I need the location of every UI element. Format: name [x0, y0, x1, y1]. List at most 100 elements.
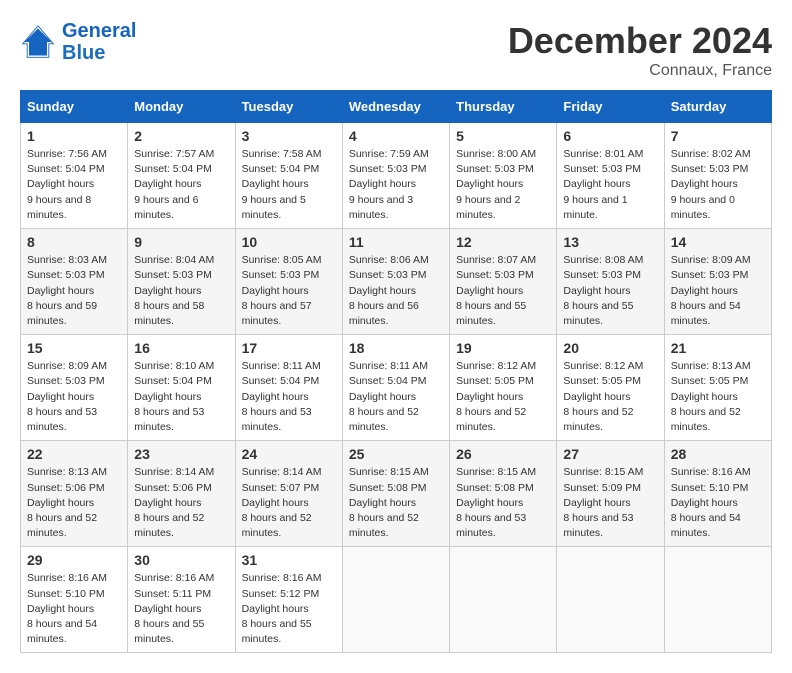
calendar-cell: 7 Sunrise: 8:02 AM Sunset: 5:03 PM Dayli…: [664, 123, 771, 229]
day-of-week-header: Monday: [128, 91, 235, 123]
day-info: Sunrise: 8:15 AM Sunset: 5:08 PM Dayligh…: [456, 465, 550, 541]
day-number: 17: [242, 340, 336, 356]
day-info: Sunrise: 8:16 AM Sunset: 5:10 PM Dayligh…: [27, 571, 121, 647]
calendar-cell: [450, 547, 557, 653]
calendar-cell: 13 Sunrise: 8:08 AM Sunset: 5:03 PM Dayl…: [557, 229, 664, 335]
day-number: 19: [456, 340, 550, 356]
day-info: Sunrise: 7:59 AM Sunset: 5:03 PM Dayligh…: [349, 147, 443, 223]
day-info: Sunrise: 8:11 AM Sunset: 5:04 PM Dayligh…: [242, 359, 336, 435]
day-number: 15: [27, 340, 121, 356]
day-info: Sunrise: 8:11 AM Sunset: 5:04 PM Dayligh…: [349, 359, 443, 435]
day-info: Sunrise: 8:01 AM Sunset: 5:03 PM Dayligh…: [563, 147, 657, 223]
calendar-cell: 9 Sunrise: 8:04 AM Sunset: 5:03 PM Dayli…: [128, 229, 235, 335]
day-number: 3: [242, 128, 336, 144]
day-info: Sunrise: 8:15 AM Sunset: 5:08 PM Dayligh…: [349, 465, 443, 541]
calendar-cell: 18 Sunrise: 8:11 AM Sunset: 5:04 PM Dayl…: [342, 335, 449, 441]
day-number: 6: [563, 128, 657, 144]
day-info: Sunrise: 8:14 AM Sunset: 5:06 PM Dayligh…: [134, 465, 228, 541]
calendar-cell: 3 Sunrise: 7:58 AM Sunset: 5:04 PM Dayli…: [235, 123, 342, 229]
day-number: 29: [27, 552, 121, 568]
day-info: Sunrise: 8:16 AM Sunset: 5:10 PM Dayligh…: [671, 465, 765, 541]
calendar-cell: 15 Sunrise: 8:09 AM Sunset: 5:03 PM Dayl…: [21, 335, 128, 441]
calendar-week-row: 29 Sunrise: 8:16 AM Sunset: 5:10 PM Dayl…: [21, 547, 772, 653]
day-number: 9: [134, 234, 228, 250]
calendar-cell: [664, 547, 771, 653]
location: Connaux, France: [508, 62, 772, 80]
logo-line2: Blue: [62, 42, 136, 64]
day-info: Sunrise: 8:08 AM Sunset: 5:03 PM Dayligh…: [563, 253, 657, 329]
day-number: 11: [349, 234, 443, 250]
calendar-cell: 25 Sunrise: 8:15 AM Sunset: 5:08 PM Dayl…: [342, 441, 449, 547]
page-header: General Blue December 2024 Connaux, Fran…: [20, 20, 772, 80]
calendar-cell: 23 Sunrise: 8:14 AM Sunset: 5:06 PM Dayl…: [128, 441, 235, 547]
day-info: Sunrise: 8:13 AM Sunset: 5:05 PM Dayligh…: [671, 359, 765, 435]
day-number: 26: [456, 446, 550, 462]
day-info: Sunrise: 8:12 AM Sunset: 5:05 PM Dayligh…: [456, 359, 550, 435]
day-number: 10: [242, 234, 336, 250]
calendar-header-row: SundayMondayTuesdayWednesdayThursdayFrid…: [21, 91, 772, 123]
day-number: 25: [349, 446, 443, 462]
day-of-week-header: Thursday: [450, 91, 557, 123]
day-info: Sunrise: 8:12 AM Sunset: 5:05 PM Dayligh…: [563, 359, 657, 435]
day-of-week-header: Wednesday: [342, 91, 449, 123]
day-of-week-header: Friday: [557, 91, 664, 123]
day-of-week-header: Tuesday: [235, 91, 342, 123]
calendar-week-row: 1 Sunrise: 7:56 AM Sunset: 5:04 PM Dayli…: [21, 123, 772, 229]
calendar-cell: 26 Sunrise: 8:15 AM Sunset: 5:08 PM Dayl…: [450, 441, 557, 547]
day-number: 21: [671, 340, 765, 356]
calendar-week-row: 8 Sunrise: 8:03 AM Sunset: 5:03 PM Dayli…: [21, 229, 772, 335]
day-info: Sunrise: 7:58 AM Sunset: 5:04 PM Dayligh…: [242, 147, 336, 223]
day-info: Sunrise: 8:16 AM Sunset: 5:12 PM Dayligh…: [242, 571, 336, 647]
day-number: 2: [134, 128, 228, 144]
day-number: 8: [27, 234, 121, 250]
day-number: 30: [134, 552, 228, 568]
day-number: 18: [349, 340, 443, 356]
day-number: 24: [242, 446, 336, 462]
day-number: 23: [134, 446, 228, 462]
calendar-cell: 27 Sunrise: 8:15 AM Sunset: 5:09 PM Dayl…: [557, 441, 664, 547]
day-info: Sunrise: 8:03 AM Sunset: 5:03 PM Dayligh…: [27, 253, 121, 329]
calendar-cell: [342, 547, 449, 653]
logo-icon: [20, 24, 56, 60]
day-number: 1: [27, 128, 121, 144]
day-number: 16: [134, 340, 228, 356]
title-block: December 2024 Connaux, France: [508, 20, 772, 80]
day-number: 27: [563, 446, 657, 462]
calendar-week-row: 15 Sunrise: 8:09 AM Sunset: 5:03 PM Dayl…: [21, 335, 772, 441]
day-number: 12: [456, 234, 550, 250]
calendar-cell: 5 Sunrise: 8:00 AM Sunset: 5:03 PM Dayli…: [450, 123, 557, 229]
day-info: Sunrise: 8:13 AM Sunset: 5:06 PM Dayligh…: [27, 465, 121, 541]
day-number: 5: [456, 128, 550, 144]
day-number: 14: [671, 234, 765, 250]
day-number: 13: [563, 234, 657, 250]
day-info: Sunrise: 8:06 AM Sunset: 5:03 PM Dayligh…: [349, 253, 443, 329]
day-number: 22: [27, 446, 121, 462]
day-info: Sunrise: 7:56 AM Sunset: 5:04 PM Dayligh…: [27, 147, 121, 223]
calendar-cell: 12 Sunrise: 8:07 AM Sunset: 5:03 PM Dayl…: [450, 229, 557, 335]
day-number: 7: [671, 128, 765, 144]
day-info: Sunrise: 8:05 AM Sunset: 5:03 PM Dayligh…: [242, 253, 336, 329]
day-number: 20: [563, 340, 657, 356]
calendar-cell: 14 Sunrise: 8:09 AM Sunset: 5:03 PM Dayl…: [664, 229, 771, 335]
calendar-cell: 28 Sunrise: 8:16 AM Sunset: 5:10 PM Dayl…: [664, 441, 771, 547]
calendar-cell: 11 Sunrise: 8:06 AM Sunset: 5:03 PM Dayl…: [342, 229, 449, 335]
day-info: Sunrise: 8:16 AM Sunset: 5:11 PM Dayligh…: [134, 571, 228, 647]
logo-line1: General: [62, 20, 136, 42]
calendar-cell: 24 Sunrise: 8:14 AM Sunset: 5:07 PM Dayl…: [235, 441, 342, 547]
day-info: Sunrise: 8:04 AM Sunset: 5:03 PM Dayligh…: [134, 253, 228, 329]
calendar-cell: 19 Sunrise: 8:12 AM Sunset: 5:05 PM Dayl…: [450, 335, 557, 441]
day-info: Sunrise: 8:15 AM Sunset: 5:09 PM Dayligh…: [563, 465, 657, 541]
calendar: SundayMondayTuesdayWednesdayThursdayFrid…: [20, 90, 772, 653]
calendar-cell: [557, 547, 664, 653]
calendar-cell: 1 Sunrise: 7:56 AM Sunset: 5:04 PM Dayli…: [21, 123, 128, 229]
day-info: Sunrise: 8:07 AM Sunset: 5:03 PM Dayligh…: [456, 253, 550, 329]
calendar-cell: 31 Sunrise: 8:16 AM Sunset: 5:12 PM Dayl…: [235, 547, 342, 653]
calendar-cell: 20 Sunrise: 8:12 AM Sunset: 5:05 PM Dayl…: [557, 335, 664, 441]
day-info: Sunrise: 8:02 AM Sunset: 5:03 PM Dayligh…: [671, 147, 765, 223]
month-title: December 2024: [508, 20, 772, 62]
day-number: 28: [671, 446, 765, 462]
day-info: Sunrise: 8:09 AM Sunset: 5:03 PM Dayligh…: [671, 253, 765, 329]
calendar-cell: 4 Sunrise: 7:59 AM Sunset: 5:03 PM Dayli…: [342, 123, 449, 229]
logo-text: General Blue: [62, 20, 136, 64]
logo: General Blue: [20, 20, 136, 64]
